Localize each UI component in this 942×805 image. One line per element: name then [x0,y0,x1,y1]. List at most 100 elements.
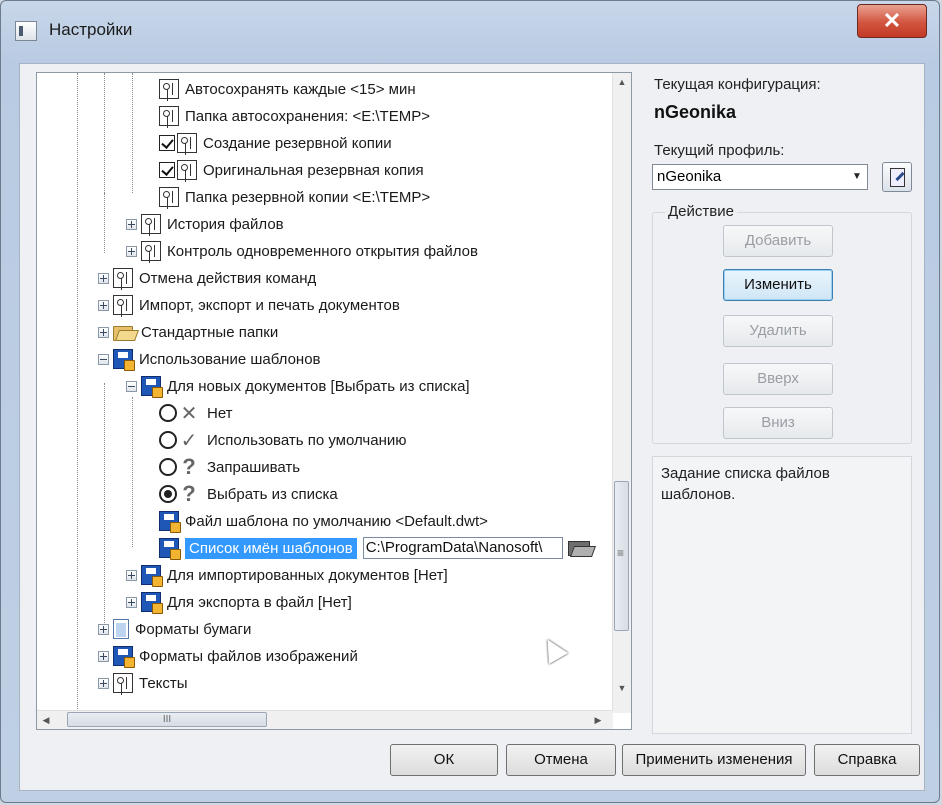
question-icon: ? [182,454,196,479]
settings-window: Настройки ✕ Автосохранять каждые <15> ми… [0,0,940,803]
ok-button[interactable]: ОК [390,744,498,776]
tree-item-image-formats[interactable]: Форматы файлов изображений [98,643,358,669]
help-button[interactable]: Справка [814,744,920,776]
vertical-scroll-thumb[interactable] [614,481,629,631]
browse-folder-icon[interactable] [567,539,593,557]
expand-icon[interactable] [126,569,137,581]
folder-open-icon [113,324,135,341]
description-panel: Задание списка файлов шаблонов. [652,456,912,734]
settings-tree[interactable]: Автосохранять каждые <15> мин Папка авто… [37,73,613,713]
cancel-button[interactable]: Отмена [506,744,616,776]
template-icon [113,349,135,371]
collapse-icon[interactable] [126,380,137,392]
radio-icon[interactable] [159,404,177,422]
checkbox-checked-icon[interactable] [159,135,175,151]
tree-option-none[interactable]: ✕ Нет [159,400,233,426]
chevron-down-icon[interactable]: ▼ [847,165,867,189]
tree-item-autosave-interval[interactable]: Автосохранять каждые <15> мин [159,76,416,102]
tree-item-label: Тексты [139,674,188,692]
scroll-left-icon[interactable]: ◀ [37,711,55,729]
tree-item-template-list[interactable]: Список имён шаблонов C:\ProgramData\Nano… [159,535,593,561]
tree-item-create-backup[interactable]: Создание резервной копии [159,130,392,156]
template-icon [141,565,163,587]
tree-item-label: Использовать по умолчанию [207,431,407,449]
tree-item-label: Форматы файлов изображений [139,647,358,665]
delete-button[interactable]: Удалить [723,315,833,347]
tree-item-original-backup[interactable]: Оригинальная резервная копия [159,157,424,183]
radio-icon[interactable] [159,431,177,449]
settings-icon [159,79,179,99]
template-icon [159,511,181,533]
expand-icon[interactable] [126,218,137,230]
tree-item-label: Импорт, экспорт и печать документов [139,296,400,314]
tree-item-standard-folders[interactable]: Стандартные папки [98,319,278,345]
expand-icon[interactable] [126,596,137,608]
expand-icon[interactable] [98,299,109,311]
tree-option-ask[interactable]: ? Запрашивать [159,454,300,480]
scroll-up-icon[interactable]: ▲ [613,73,631,91]
add-button[interactable]: Добавить [723,225,833,257]
template-icon [141,376,163,398]
settings-icon [159,106,179,126]
tree-option-default[interactable]: ✓ Использовать по умолчанию [159,427,406,453]
tree-vertical-scrollbar[interactable]: ▲ ▼ [612,73,631,713]
scroll-right-icon[interactable]: ▶ [589,711,607,729]
edit-button[interactable]: Изменить [723,269,833,301]
tree-item-label: Для новых документов [Выбрать из списка] [167,377,470,395]
tree-item-label: Файл шаблона по умолчанию <Default.dwt> [185,512,488,530]
window-title: Настройки [49,20,133,39]
current-config-label: Текущая конфигурация: [654,76,821,93]
tree-item-new-documents[interactable]: Для новых документов [Выбрать из списка] [126,373,470,399]
tree-item-label: Нет [207,404,233,422]
horizontal-scroll-thumb[interactable]: III [67,712,267,727]
edit-profile-button[interactable] [882,162,912,192]
apply-button[interactable]: Применить изменения [622,744,806,776]
expand-icon[interactable] [98,272,109,284]
tree-item-label: Контроль одновременного открытия файлов [167,242,478,260]
tree-item-texts[interactable]: Тексты [98,670,188,696]
expand-icon[interactable] [98,326,109,338]
expand-icon[interactable] [98,623,109,635]
page-icon [113,619,129,639]
close-button[interactable]: ✕ [857,4,927,38]
app-icon [15,21,37,41]
checkbox-checked-icon[interactable] [159,162,175,178]
tree-item-backup-folder[interactable]: Папка резервной копии <E:\TEMP> [159,184,430,210]
tree-item-label: История файлов [167,215,284,233]
current-profile-label: Текущий профиль: [654,142,785,159]
template-icon [113,646,135,668]
side-panel: Текущая конфигурация: nGeonika Текущий п… [648,64,918,734]
radio-icon[interactable] [159,458,177,476]
template-icon [159,538,181,560]
scroll-down-icon[interactable]: ▼ [613,679,631,697]
checkmark-icon: ✓ [180,429,198,452]
tree-item-file-history[interactable]: История файлов [126,211,284,237]
tree-item-export-file[interactable]: Для экспорта в файл [Нет] [126,589,352,615]
settings-icon [141,241,161,261]
tree-item-template-usage[interactable]: Использование шаблонов [98,346,321,372]
tree-item-concurrent-open[interactable]: Контроль одновременного открытия файлов [126,238,478,264]
settings-icon [113,673,133,693]
tree-item-import-export[interactable]: Импорт, экспорт и печать документов [98,292,400,318]
tree-item-default-template[interactable]: Файл шаблона по умолчанию <Default.dwt> [159,508,488,534]
tree-item-paper-formats[interactable]: Форматы бумаги [98,616,251,642]
tree-option-choose-from-list[interactable]: ? Выбрать из списка [159,481,338,507]
tree-item-label: Отмена действия команд [139,269,317,287]
template-icon [141,592,163,614]
title-bar[interactable]: Настройки ✕ [1,1,939,63]
profile-combobox[interactable]: nGeonika ▼ [652,164,868,190]
collapse-icon[interactable] [98,353,109,365]
tree-horizontal-scrollbar[interactable]: ◀ III ▶ [37,710,613,729]
tree-item-imported-documents[interactable]: Для импортированных документов [Нет] [126,562,448,588]
tree-item-autosave-folder[interactable]: Папка автосохранения: <E:\TEMP> [159,103,430,129]
expand-icon[interactable] [98,677,109,689]
tree-item-label-selected: Список имён шаблонов [185,537,357,559]
expand-icon[interactable] [126,245,137,257]
template-path-input[interactable]: C:\ProgramData\Nanosoft\ [362,537,563,559]
tree-item-undo-commands[interactable]: Отмена действия команд [98,265,316,291]
move-down-button[interactable]: Вниз [723,407,833,439]
expand-icon[interactable] [98,650,109,662]
radio-selected-icon[interactable] [159,485,177,503]
tree-item-label: Автосохранять каждые <15> мин [185,80,416,98]
move-up-button[interactable]: Вверх [723,363,833,395]
